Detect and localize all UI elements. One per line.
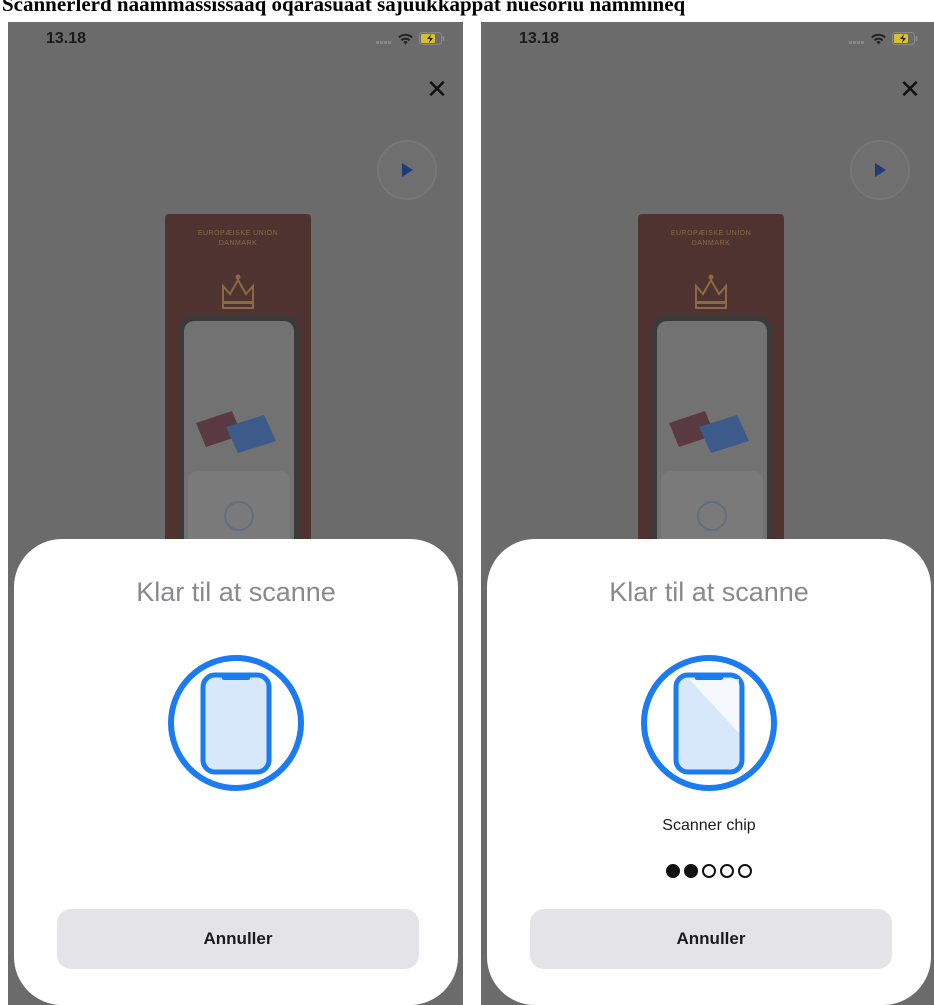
signal-icon — [376, 34, 392, 44]
wifi-icon — [397, 32, 414, 45]
play-icon — [402, 163, 413, 177]
status-icons — [376, 32, 445, 45]
status-time: 13.18 — [46, 30, 87, 47]
phone-screenshot-ready: 13.18 ✕ EUROPÆISKE UNION DANMARK Klar ti… — [8, 22, 463, 1005]
wifi-icon — [870, 32, 887, 45]
scan-sheet: Klar til at scanne Scanner chip Annuller — [487, 539, 931, 1005]
crest-icon — [222, 274, 254, 309]
progress-dot — [702, 864, 716, 878]
phone-scan-icon — [168, 655, 304, 791]
close-icon[interactable]: ✕ — [425, 76, 449, 102]
close-icon[interactable]: ✕ — [898, 76, 922, 102]
cards-illustration — [669, 411, 749, 453]
status-bar: 13.18 — [481, 22, 934, 62]
play-icon — [875, 163, 886, 177]
caption-title: Scannerlerd naammassissaaq oqarasuaat sa… — [2, 0, 686, 16]
phone-illustration — [652, 316, 772, 556]
progress-dot — [738, 864, 752, 878]
signal-icon — [849, 34, 865, 44]
progress-dot — [666, 864, 680, 878]
scan-status: Scanner chip — [662, 817, 756, 834]
sheet-title: Klar til at scanne — [609, 577, 809, 607]
phone-scan-icon — [641, 655, 777, 791]
cancel-button[interactable]: Annuller — [530, 909, 892, 969]
status-bar: 13.18 — [8, 22, 463, 62]
cancel-button[interactable]: Annuller — [57, 909, 419, 969]
play-button[interactable] — [377, 140, 437, 200]
scan-sheet: Klar til at scanne Annuller — [14, 539, 458, 1005]
phone-illustration — [179, 316, 299, 556]
progress-dots — [487, 864, 931, 878]
battery-charging-icon — [419, 32, 445, 45]
cards-illustration — [196, 411, 276, 453]
progress-dot — [684, 864, 698, 878]
status-icons — [849, 32, 918, 45]
phone-screenshot-scanning: 13.18 ✕ EUROPÆISKE UNION DANMARK Klar ti… — [481, 22, 934, 1005]
sheet-title: Klar til at scanne — [136, 577, 336, 607]
battery-charging-icon — [892, 32, 918, 45]
play-button[interactable] — [850, 140, 910, 200]
progress-dot — [720, 864, 734, 878]
status-time: 13.18 — [519, 30, 560, 47]
crest-icon — [695, 274, 727, 309]
